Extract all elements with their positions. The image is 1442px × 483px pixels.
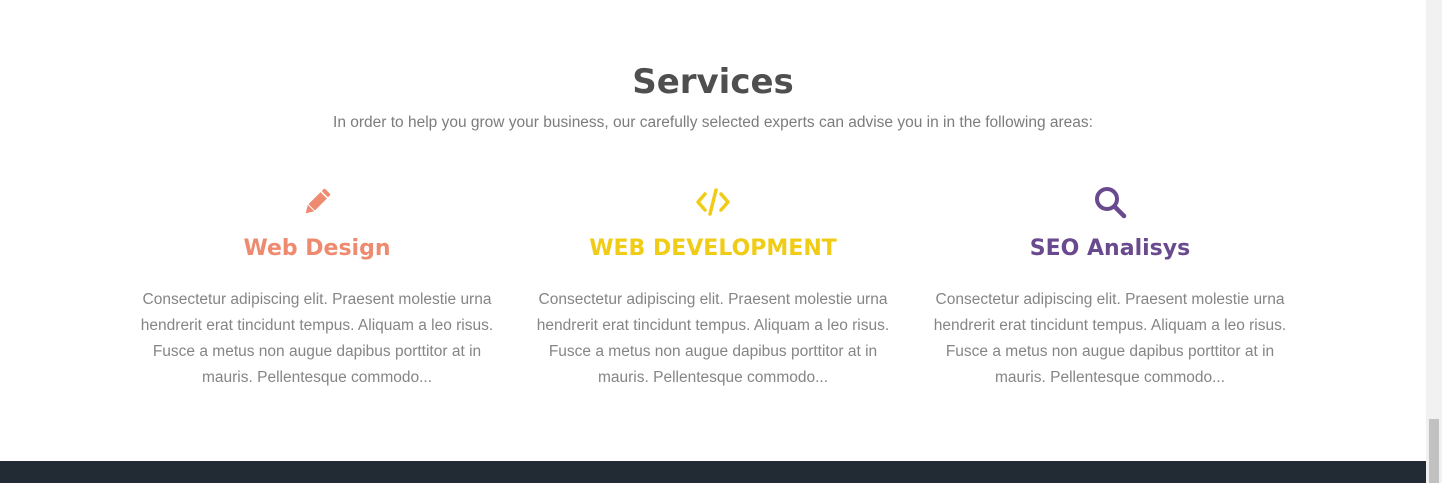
services-section: Services In order to help you grow your … xyxy=(0,0,1426,461)
vertical-scrollbar[interactable] xyxy=(1426,0,1442,483)
section-title: Services xyxy=(632,62,794,102)
service-description: Consectetur adipiscing elit. Praesent mo… xyxy=(933,291,1287,386)
service-card-web-design: Web Design Consectetur adipiscing elit. … xyxy=(137,180,497,391)
service-description: Consectetur adipiscing elit. Praesent mo… xyxy=(536,291,890,386)
service-title: SEO Analisys xyxy=(1029,236,1191,261)
service-card-seo-analysis: SEO Analisys Consectetur adipiscing elit… xyxy=(930,180,1290,391)
page: Services In order to help you grow your … xyxy=(0,0,1442,483)
service-title: Web Design xyxy=(243,236,391,261)
section-subtitle: In order to help you grow your business,… xyxy=(333,114,1093,131)
footer-bar xyxy=(0,461,1426,483)
service-description: Consectetur adipiscing elit. Praesent mo… xyxy=(140,291,494,386)
scrollbar-thumb[interactable] xyxy=(1429,419,1439,483)
pencil-icon xyxy=(305,188,331,214)
code-icon xyxy=(696,188,730,216)
search-icon xyxy=(1095,187,1127,219)
service-card-web-development: WEB DEVELOPMENT Consectetur adipiscing e… xyxy=(533,180,893,391)
service-title: WEB DEVELOPMENT xyxy=(589,236,837,261)
